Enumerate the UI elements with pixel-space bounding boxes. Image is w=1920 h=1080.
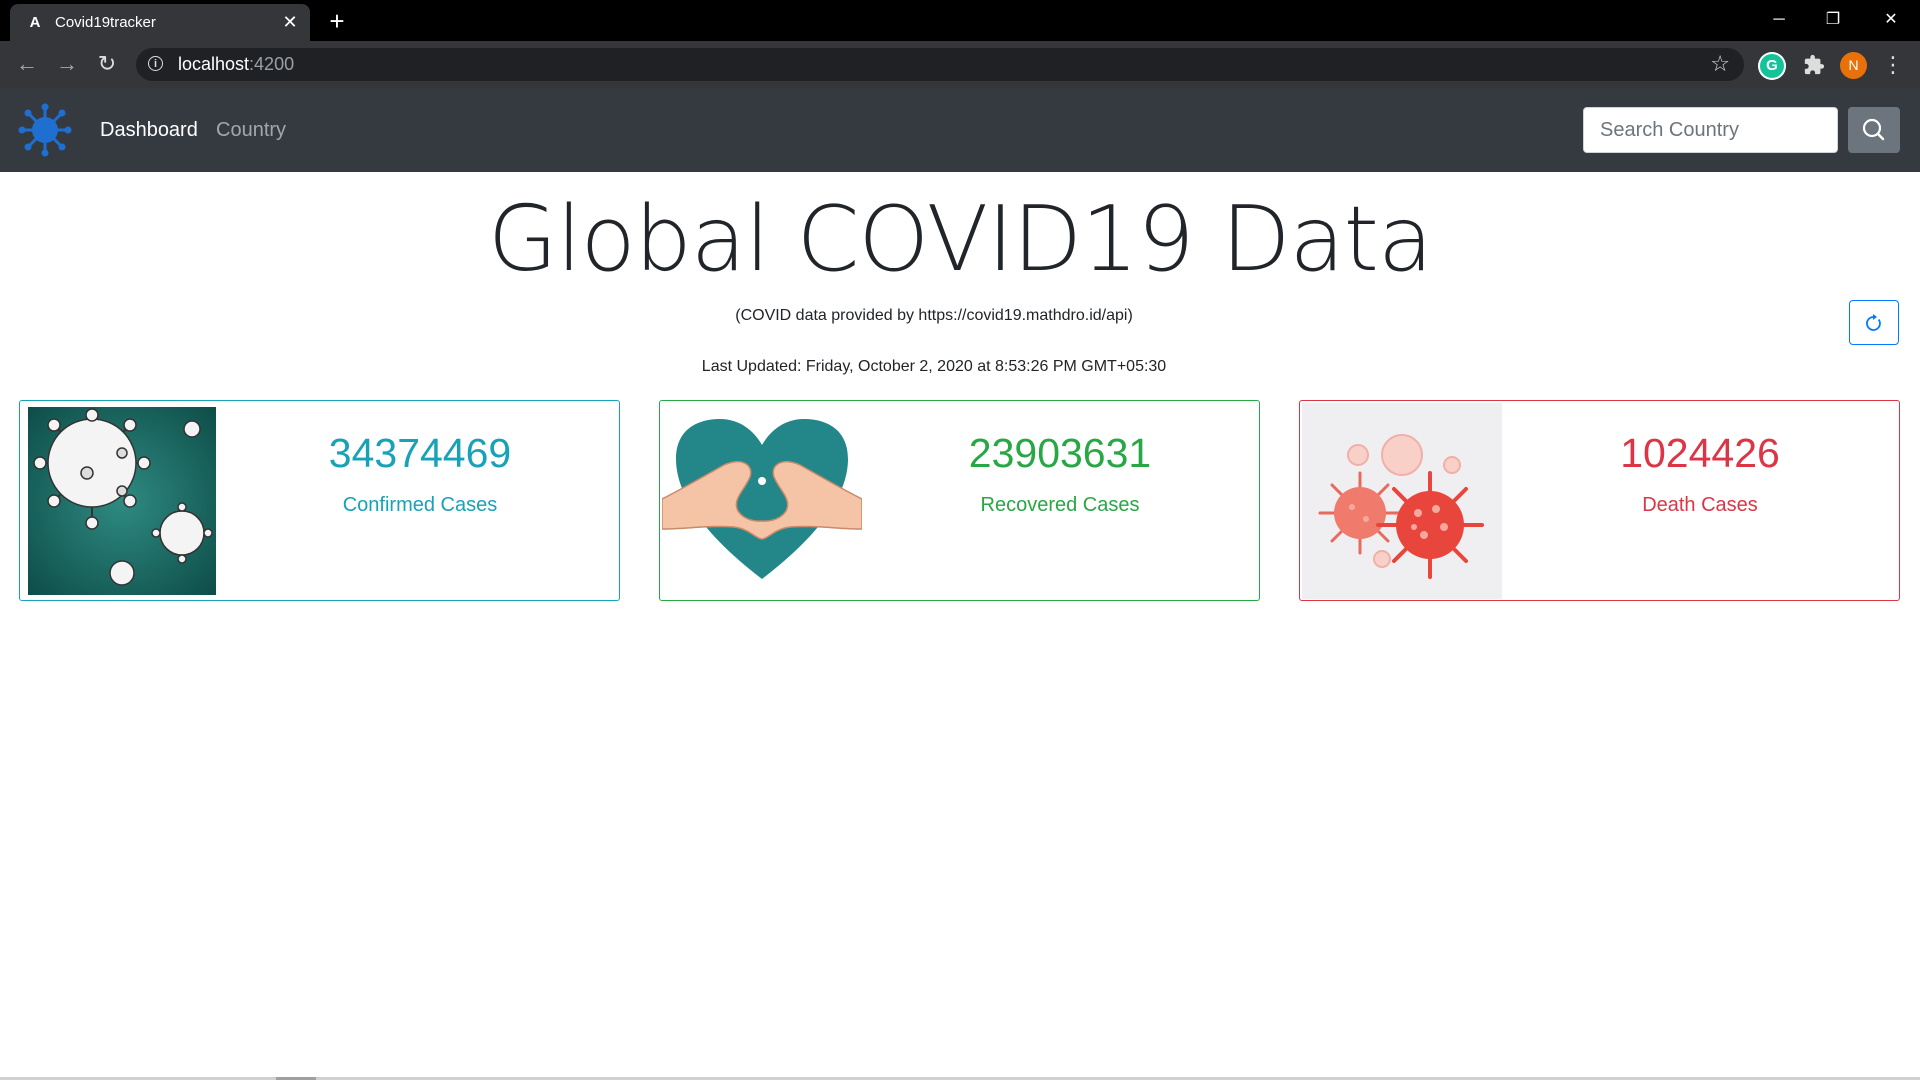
browser-menu-icon[interactable]: ⋮	[1882, 51, 1904, 79]
extensions-puzzle-icon[interactable]	[1800, 51, 1828, 79]
page-title: Global COVID19 Data	[487, 187, 1433, 292]
url-port: :4200	[249, 54, 295, 74]
back-button[interactable]: ←	[12, 49, 42, 79]
browser-toolbar: ← → ↻ i localhost:4200 ☆ G N ⋮	[0, 41, 1920, 88]
address-bar[interactable]: i localhost:4200 ☆	[136, 48, 1744, 81]
browser-tab-strip: A Covid19tracker ✕ + ─ ❐ ✕	[0, 0, 1920, 41]
confirmed-count: 34374469	[328, 430, 512, 476]
url-text[interactable]: localhost:4200	[178, 54, 294, 74]
brand-virus-logo-icon[interactable]	[18, 103, 72, 157]
red-virus-illustration-image	[1302, 403, 1502, 599]
death-cases-card: 1024426 Death Cases	[1299, 400, 1900, 601]
death-count: 1024426	[1620, 430, 1780, 476]
restore-button[interactable]: ❐	[1804, 2, 1862, 38]
site-info-icon[interactable]: i	[148, 56, 163, 71]
recovered-count: 23903631	[968, 430, 1152, 476]
nav-dashboard-link[interactable]: Dashboard	[100, 118, 198, 142]
search-icon	[1862, 118, 1885, 141]
angular-favicon-icon: A	[29, 14, 41, 31]
tab-close-icon[interactable]: ✕	[280, 12, 300, 32]
recovered-cases-card: 23903631 Recovered Cases	[659, 400, 1260, 601]
virus-illustration-image	[22, 403, 222, 599]
refresh-icon	[1866, 314, 1881, 331]
url-host: localhost	[178, 54, 250, 74]
minimize-button[interactable]: ─	[1750, 2, 1808, 38]
search-button[interactable]	[1848, 107, 1900, 153]
confirmed-label: Confirmed Cases	[342, 494, 498, 516]
refresh-button[interactable]	[1849, 300, 1899, 345]
profile-avatar[interactable]: N	[1840, 52, 1867, 79]
last-updated-text: Last Updated: Friday, October 2, 2020 at…	[701, 358, 1167, 375]
nav-country-link[interactable]: Country	[216, 118, 286, 142]
heart-hands-illustration-image	[662, 403, 862, 599]
forward-button[interactable]: →	[52, 49, 82, 79]
window-close-button[interactable]: ✕	[1862, 2, 1920, 38]
confirmed-cases-card: 34374469 Confirmed Cases	[19, 400, 620, 601]
reload-button[interactable]: ↻	[92, 49, 122, 79]
recovered-label: Recovered Cases	[980, 494, 1140, 516]
death-label: Death Cases	[1642, 494, 1758, 516]
tab-title: Covid19tracker	[55, 14, 156, 31]
data-source-text: (COVID data provided by https://covid19.…	[735, 307, 1133, 324]
grammarly-extension-icon[interactable]: G	[1758, 52, 1786, 80]
search-country-input[interactable]	[1583, 107, 1838, 153]
new-tab-button[interactable]: +	[322, 8, 352, 34]
bookmark-star-icon[interactable]: ☆	[1710, 52, 1730, 76]
app-navbar: Dashboard Country	[0, 88, 1920, 172]
browser-tab[interactable]: A Covid19tracker ✕	[10, 4, 310, 41]
